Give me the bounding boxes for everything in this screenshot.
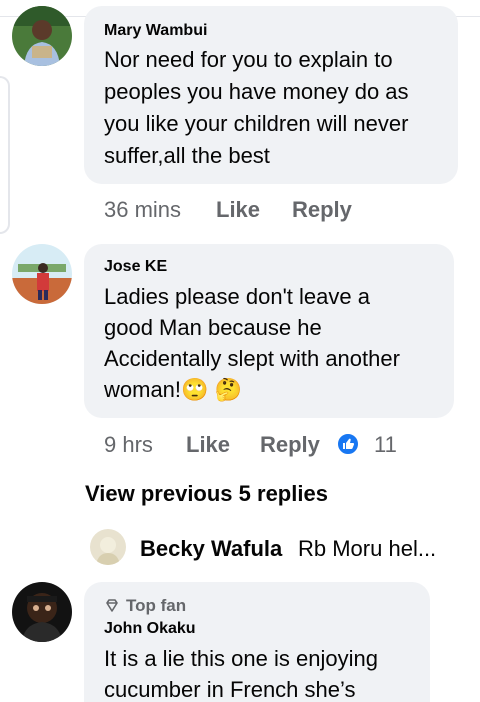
view-previous-replies-link[interactable]: View previous 5 replies (85, 481, 328, 507)
like-button[interactable]: Like (216, 197, 260, 223)
avatar-john-okaku[interactable] (12, 582, 72, 642)
comment-text-line: peoples you have money do as (104, 79, 409, 104)
comment-author[interactable]: Jose KE (104, 258, 167, 276)
top-fan-badge: Top fan (126, 596, 187, 615)
comment-author[interactable]: Mary Wambui (104, 22, 207, 40)
comment-timestamp: 36 mins (104, 197, 182, 222)
comment-timestamp: 9 hrs (104, 432, 153, 457)
reply-button[interactable]: Reply (260, 432, 320, 458)
comment-text-line: suffer,all the best (104, 143, 270, 168)
avatar-jose-ke[interactable] (12, 244, 72, 304)
reply-author[interactable]: Becky Wafula (140, 536, 282, 562)
diamond-icon (106, 599, 118, 612)
comment-text-line: Nor need for you to explain to (104, 47, 393, 72)
avatar-becky-wafula[interactable] (90, 529, 126, 565)
thumbs-up-icon[interactable] (336, 432, 360, 456)
comment-text-line: you like your children will never (104, 111, 409, 136)
comment-text-line: It is a lie this one is enjoying (104, 646, 378, 671)
reply-snippet[interactable]: Rb Moru hel... (298, 536, 436, 562)
comment-text-line: cucumber in French she’s (104, 677, 356, 702)
avatar-mary-wambui[interactable] (12, 6, 72, 66)
comment-text-line: woman!🙄 🤔 (104, 377, 242, 402)
reaction-count[interactable]: 11 (374, 432, 397, 458)
comment-author[interactable]: John Okaku (104, 620, 196, 638)
comment-text-line: Ladies please don't leave a (104, 284, 370, 309)
comment-text-line: Accidentally slept with another (104, 346, 400, 371)
comment-text-line: good Man because he (104, 315, 322, 340)
reply-button[interactable]: Reply (292, 197, 352, 223)
thread-connector-line (0, 76, 10, 234)
like-button[interactable]: Like (186, 432, 230, 458)
